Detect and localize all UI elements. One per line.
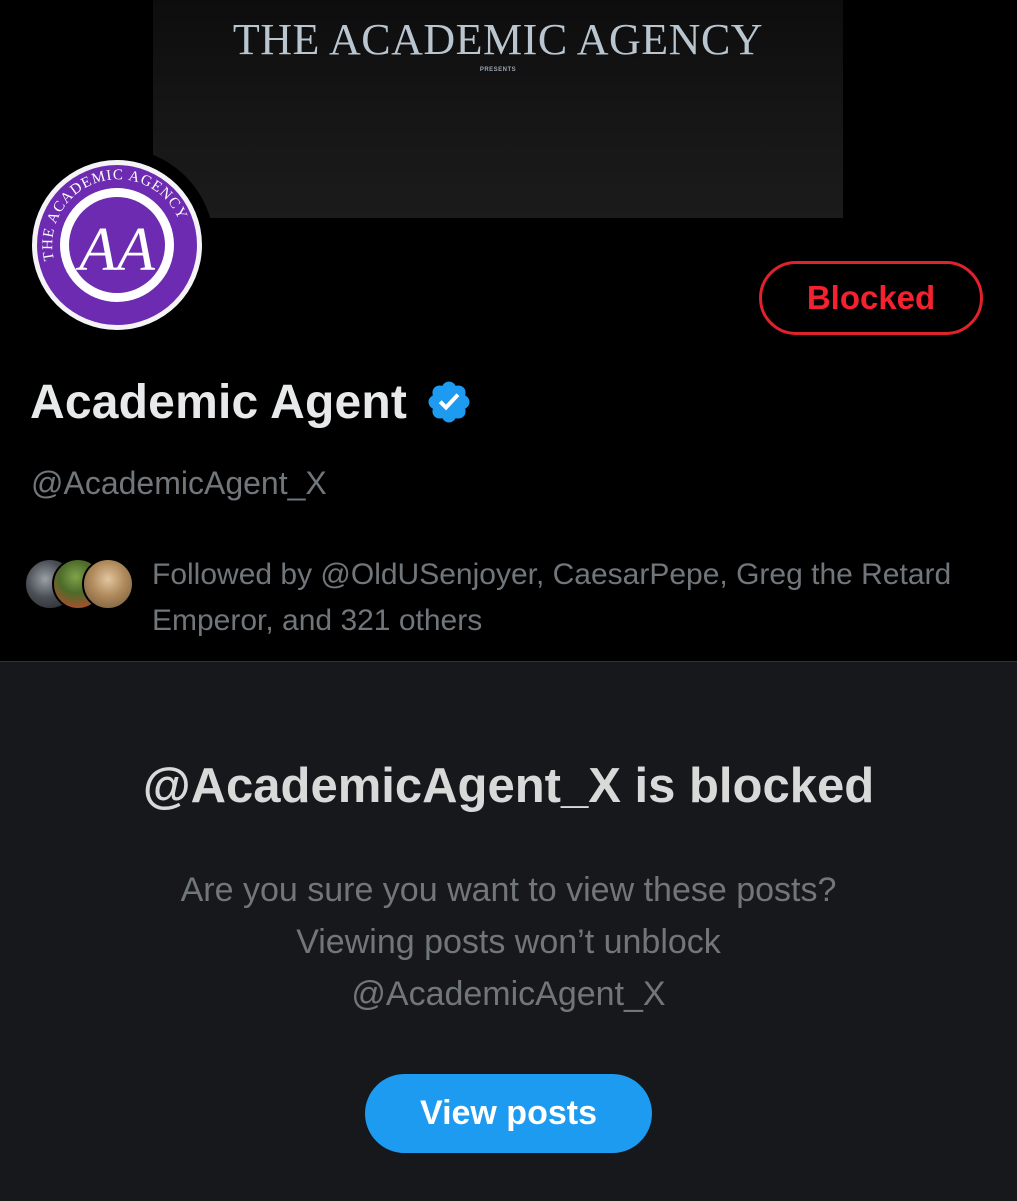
blocked-button[interactable]: Blocked [759, 261, 983, 335]
banner-subtitle: PRESENTS [479, 67, 517, 73]
academic-agency-logo-icon: THE ACADEMIC AGENCY AA [37, 165, 197, 325]
view-posts-button[interactable]: View posts [365, 1074, 652, 1153]
verified-badge-icon[interactable] [425, 378, 473, 426]
follower-avatars [24, 558, 139, 612]
follower-avatar-3 [82, 558, 134, 610]
blocked-description: Are you sure you want to view these post… [180, 871, 837, 1013]
banner-title: THE ACADEMIC AGENCY [232, 15, 764, 64]
blocked-notice-panel: @AcademicAgent_X is blocked Are you sure… [0, 661, 1017, 1201]
display-name-row: Academic Agent [30, 372, 473, 432]
profile-avatar[interactable]: THE ACADEMIC AGENCY AA [20, 148, 214, 342]
followers-you-know[interactable]: Followed by @OldUSenjoyer, CaesarPepe, G… [24, 552, 984, 642]
followed-by-text[interactable]: Followed by @OldUSenjoyer, CaesarPepe, G… [152, 552, 972, 644]
avatar-logo: THE ACADEMIC AGENCY AA [32, 160, 202, 330]
blocked-title: @AcademicAgent_X is blocked [142, 759, 875, 813]
avatar-initials: AA [75, 216, 156, 284]
display-name: Academic Agent [30, 375, 408, 429]
banner-image: THE ACADEMIC AGENCY PRESENTS [153, 0, 843, 218]
profile-handle: @AcademicAgent_X [31, 465, 327, 501]
